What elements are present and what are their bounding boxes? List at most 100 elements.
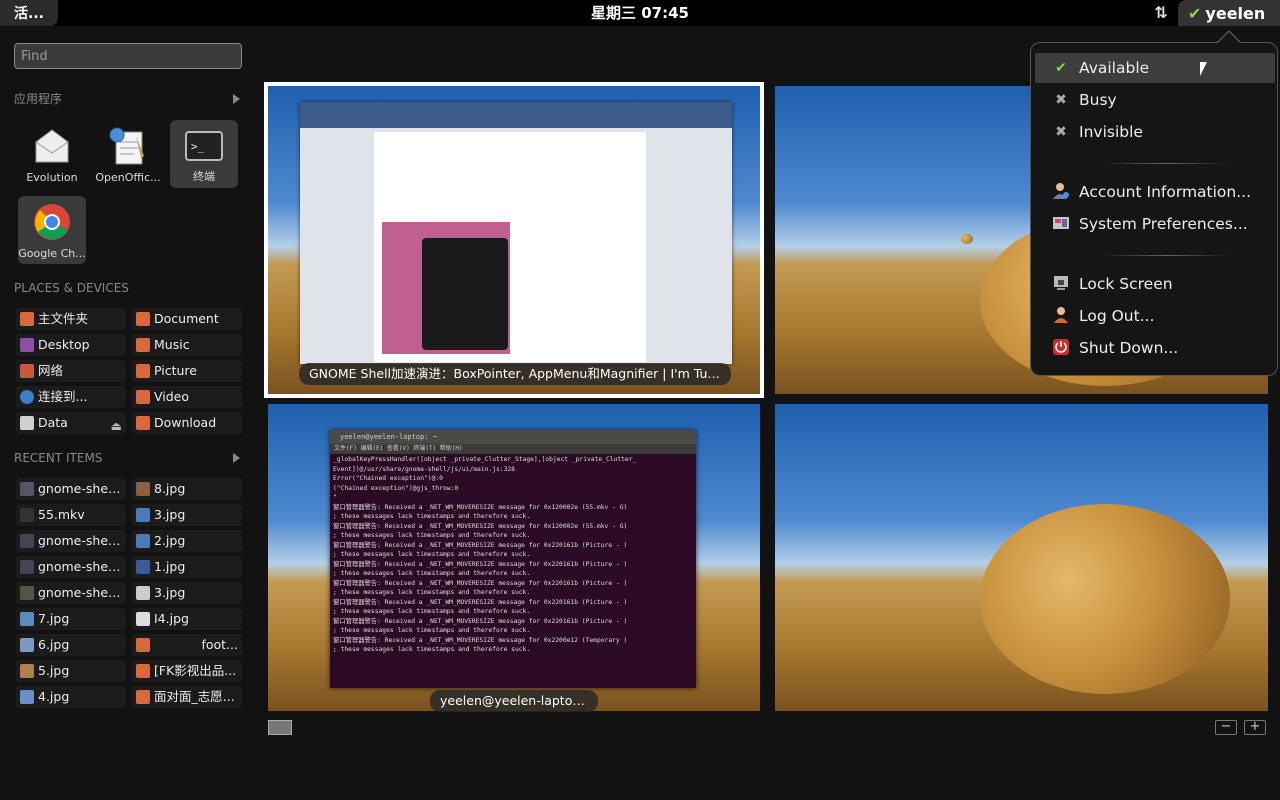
image-thumbnail-icon [136, 482, 150, 496]
place-picture[interactable]: Picture [132, 360, 242, 382]
video-file-icon [136, 664, 150, 678]
terminal-window-thumbnail: yeelen@yeelen-laptop: ~ 文件(F) 编辑(E) 查看(V… [330, 430, 696, 688]
place-connect[interactable]: 连接到... [16, 386, 126, 408]
expand-arrow-icon[interactable] [233, 453, 240, 463]
place-label: Music [154, 337, 190, 352]
recent-label: 7.jpg [38, 611, 70, 626]
recent-label: gnome-shel... [38, 481, 122, 496]
window-browser[interactable] [264, 82, 764, 398]
app-label: Evolution [26, 171, 78, 184]
menu-label: Account Information... [1079, 183, 1252, 201]
place-network[interactable]: 网络 [16, 360, 126, 382]
video-thumbnail-icon [20, 508, 34, 522]
place-label: 连接到... [38, 389, 88, 404]
user-menu-button[interactable]: ✔ yeelen [1178, 0, 1280, 26]
place-home[interactable]: 主文件夹 [16, 308, 126, 330]
app-openoffice[interactable]: OpenOffic... [94, 120, 162, 188]
place-label: Document [154, 311, 219, 326]
recent-item[interactable]: 8.jpg [132, 478, 242, 500]
folder-icon [136, 416, 150, 430]
image-thumbnail-icon [20, 586, 34, 600]
recent-item[interactable]: 4.jpg [16, 686, 126, 708]
app-label: 终端 [193, 170, 215, 183]
home-folder-icon [20, 312, 34, 326]
place-download[interactable]: Download [132, 412, 242, 434]
place-desktop[interactable]: Desktop [16, 334, 126, 356]
folder-icon [136, 364, 150, 378]
workspace-thumbnail[interactable] [268, 720, 292, 735]
menu-label: Invisible [1079, 123, 1143, 141]
place-document[interactable]: Document [132, 308, 242, 330]
window-caption-browser[interactable]: GNOME Shell加速演进：BoxPointer, AppMenu和Magn… [299, 363, 731, 385]
zoom-out-button[interactable]: − [1215, 720, 1237, 735]
recent-item[interactable]: 55.mkv [16, 504, 126, 526]
menu-item-available[interactable]: ✔ Available [1035, 53, 1275, 83]
menu-item-shut-down[interactable]: Shut Down... [1035, 333, 1275, 363]
menu-item-system-preferences[interactable]: System Preferences... [1035, 209, 1275, 239]
menu-item-invisible[interactable]: ✖ Invisible [1035, 117, 1275, 147]
recent-label: 6.jpg [38, 637, 70, 652]
recent-item[interactable]: gnome-shel... [16, 582, 126, 604]
search-input[interactable] [14, 43, 242, 69]
place-music[interactable]: Music [132, 334, 242, 356]
recent-item[interactable]: 2.jpg [132, 530, 242, 552]
recent-header[interactable]: RECENT ITEMS [14, 448, 242, 468]
recent-item[interactable]: 面对面_志愿... [132, 686, 242, 708]
menu-label: Log Out... [1079, 307, 1155, 325]
window-caption-terminal[interactable]: yeelen@yeelen-laptop: ~ [430, 690, 598, 712]
activities-button[interactable]: 活... [0, 0, 58, 26]
recent-item[interactable]: 7.jpg [16, 608, 126, 630]
image-thumbnail-icon [20, 612, 34, 626]
image-thumbnail-icon [136, 560, 150, 574]
recent-label: 3.jpg [154, 585, 186, 600]
network-icon[interactable]: ⇅ [1150, 3, 1172, 23]
app-evolution[interactable]: Evolution [18, 120, 86, 188]
recent-item[interactable]: 5.jpg [16, 660, 126, 682]
network-folder-icon [20, 364, 34, 378]
app-terminal[interactable]: >_ 终端 [170, 120, 238, 188]
terminal-titlebar: yeelen@yeelen-laptop: ~ [330, 430, 696, 444]
zoom-in-button[interactable]: + [1244, 720, 1266, 735]
place-data[interactable]: Data ⏏ [16, 412, 126, 434]
recent-label: gnome-shel... [38, 585, 122, 600]
video-file-icon [136, 638, 150, 652]
recent-item[interactable]: I4.jpg [132, 608, 242, 630]
place-label: Picture [154, 363, 197, 378]
recent-item[interactable]: foot... [132, 634, 242, 656]
applications-title: 应用程序 [14, 92, 63, 106]
recent-label: foot... [201, 637, 238, 652]
window-terminal[interactable]: yeelen@yeelen-laptop: ~ 文件(F) 编辑(E) 查看(V… [268, 404, 760, 711]
recent-item[interactable]: gnome-shel... [16, 478, 126, 500]
window-image-viewer-2[interactable] [775, 404, 1268, 711]
recent-item[interactable]: 6.jpg [16, 634, 126, 656]
menu-item-account-information[interactable]: Account Information... [1035, 177, 1275, 207]
menu-item-lock-screen[interactable]: Lock Screen [1035, 269, 1275, 299]
places-header: PLACES & DEVICES [14, 278, 242, 298]
lock-screen-icon [1051, 274, 1071, 294]
terminal-icon: >_ [185, 131, 223, 161]
image-thumbnail-icon [20, 534, 34, 548]
recent-item[interactable]: gnome-shel... [16, 530, 126, 552]
applications-header[interactable]: 应用程序 [14, 89, 242, 109]
recent-item[interactable]: gnome-shel... [16, 556, 126, 578]
place-video[interactable]: Video [132, 386, 242, 408]
menu-label: Lock Screen [1079, 275, 1173, 293]
terminal-menubar: 文件(F) 编辑(E) 查看(V) 终端(T) 帮助(H) [330, 444, 696, 454]
image-thumbnail-icon [136, 612, 150, 626]
terminal-output: _globalKeyPressHandler([object _private_… [333, 456, 637, 653]
menu-item-log-out[interactable]: Log Out... [1035, 301, 1275, 331]
recent-item[interactable]: 1.jpg [132, 556, 242, 578]
menu-pointer-inner [1218, 32, 1240, 43]
recent-item[interactable]: [FK影视出品... [132, 660, 242, 682]
menu-item-busy[interactable]: ✖ Busy [1035, 85, 1275, 115]
available-check-icon: ✔ [1188, 3, 1202, 23]
recent-item[interactable]: 3.jpg [132, 582, 242, 604]
image-thumbnail-icon [20, 482, 34, 496]
image-thumbnail-icon [20, 560, 34, 574]
expand-arrow-icon[interactable] [233, 94, 240, 104]
recent-item[interactable]: 3.jpg [132, 504, 242, 526]
recent-label: 1.jpg [154, 559, 186, 574]
app-google-chrome[interactable]: Google Ch... [18, 196, 86, 264]
user-name: yeelen [1205, 3, 1266, 23]
eject-icon[interactable]: ⏏ [111, 415, 122, 434]
